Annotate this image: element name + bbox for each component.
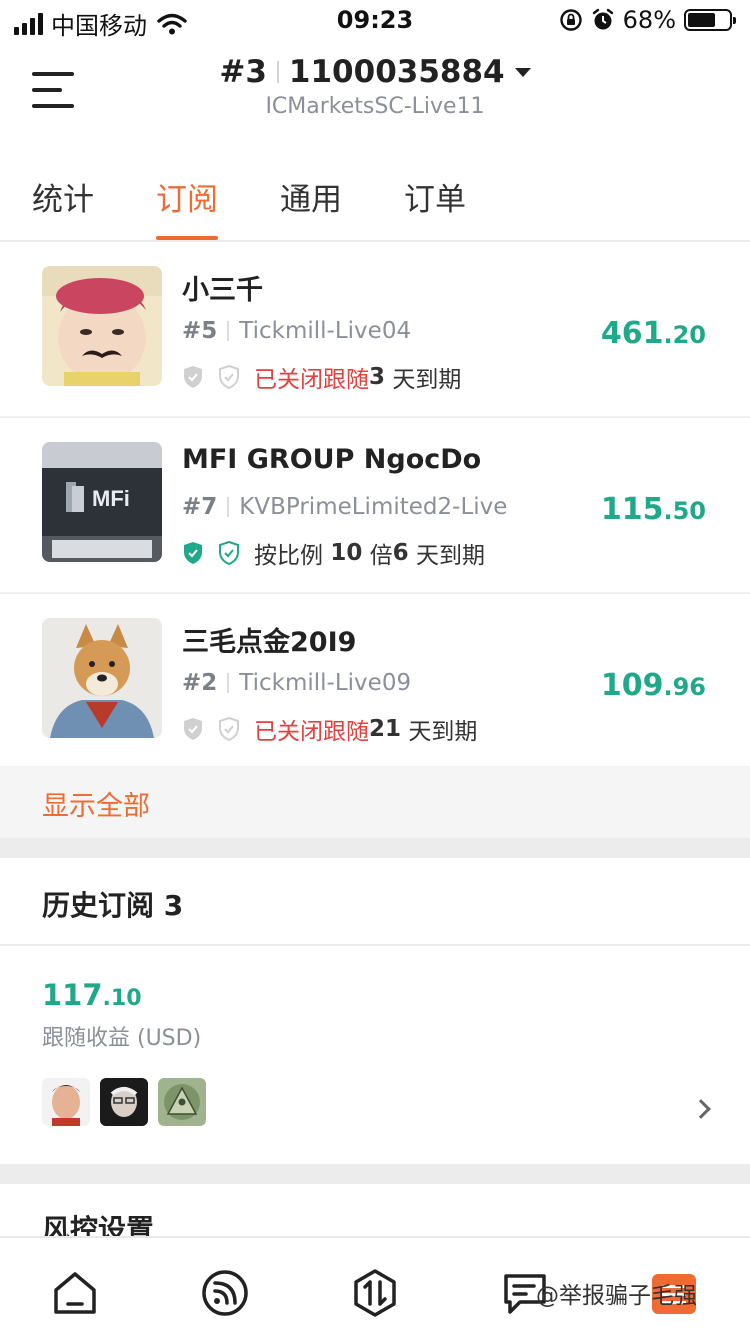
- tab-orders[interactable]: 订单: [404, 140, 466, 240]
- rotation-lock-icon: [559, 9, 582, 31]
- tab-stats[interactable]: 统计: [32, 140, 94, 240]
- profit-value: 109.96: [601, 668, 706, 703]
- shield-icon: [184, 718, 202, 740]
- chevron-down-icon: [514, 67, 531, 77]
- account-server: ICMarketsSC-Live11: [265, 94, 485, 119]
- home-icon[interactable]: [50, 1268, 100, 1318]
- account-number: 1100035884: [288, 54, 505, 90]
- avatar: [42, 618, 162, 738]
- tab-bar: 统计 订阅 通用 订单: [0, 140, 750, 242]
- trade-icon[interactable]: [350, 1268, 400, 1318]
- alarm-icon: [592, 8, 613, 30]
- subscription-status: 已关闭跟随 3 天到期: [182, 360, 461, 394]
- status-closed: 已关闭跟随: [254, 367, 369, 393]
- verified-shield-icon: [219, 541, 239, 565]
- profit-value: 461.20: [601, 316, 706, 351]
- profit-int: 109: [600, 668, 664, 703]
- verified-shield-icon: [219, 717, 239, 741]
- ratio-prefix: 按比例: [254, 543, 331, 569]
- days-left: 21: [369, 716, 402, 742]
- profit-int: 461: [600, 316, 664, 351]
- trader-meta: #2 Tickmill-Live09: [182, 670, 411, 696]
- history-avatars: [42, 1078, 206, 1126]
- trader-name: MFI GROUP NgocDo: [182, 444, 482, 475]
- avatar: [42, 266, 162, 386]
- subscription-status: 按比例 10 倍 6 天到期: [182, 536, 485, 570]
- subscription-row[interactable]: 三毛点金20I9 #2 Tickmill-Live09 已关闭跟随 21 天到期…: [0, 594, 750, 770]
- days-suffix: 天到期: [408, 543, 485, 569]
- days-suffix: 天到期: [401, 719, 478, 745]
- profit-int: 115: [600, 492, 664, 527]
- bottom-nav: @举报骗子毛强: [0, 1236, 750, 1334]
- subscription-row[interactable]: 小三千 #5 Tickmill-Live04 已关闭跟随 3 天到期 461.2…: [0, 242, 750, 418]
- trader-name: 小三千: [182, 275, 263, 306]
- profit-dec: .96: [663, 673, 706, 701]
- profit-dec: .50: [663, 497, 706, 525]
- history-profit-int: 117: [42, 978, 103, 1012]
- avatar: MFi: [42, 442, 162, 562]
- history-profit-dec: .10: [102, 986, 142, 1011]
- status-bar: 中国移动 09:23 68%: [0, 0, 750, 40]
- tab-subscriptions[interactable]: 订阅: [156, 140, 218, 240]
- days-suffix: 天到期: [385, 367, 462, 393]
- trader-server: KVBPrimeLimited2-Live: [239, 494, 508, 520]
- trader-rank: #7: [182, 494, 218, 520]
- days-left: 6: [392, 540, 409, 566]
- subscription-list: 小三千 #5 Tickmill-Live04 已关闭跟随 3 天到期 461.2…: [0, 242, 750, 770]
- shield-icon: [184, 542, 202, 564]
- subscription-status: 已关闭跟随 21 天到期: [182, 712, 477, 746]
- history-card[interactable]: 117.10 跟随收益 (USD): [0, 946, 750, 1164]
- ratio-suffix: 倍: [362, 543, 393, 569]
- svg-text:MFi: MFi: [92, 486, 130, 511]
- battery-icon: [684, 9, 736, 31]
- trader-rank: #5: [182, 318, 218, 344]
- avatar: [42, 1078, 90, 1126]
- status-closed: 已关闭跟随: [254, 719, 369, 745]
- trader-rank: #2: [182, 670, 218, 696]
- days-left: 3: [369, 364, 386, 390]
- section-divider: [0, 838, 750, 858]
- trader-meta: #5 Tickmill-Live04: [182, 318, 411, 344]
- battery-percent: 68%: [622, 6, 676, 34]
- trader-server: Tickmill-Live09: [239, 670, 412, 696]
- history-title: 历史订阅 3: [0, 858, 750, 946]
- history-profit-label: 跟随收益 (USD): [42, 1026, 202, 1051]
- chevron-right-icon: [691, 1099, 711, 1119]
- ratio-value: 10: [330, 540, 363, 566]
- account-switcher[interactable]: #3 1100035884 ICMarketsSC-Live11: [0, 54, 750, 119]
- trader-name: 三毛点金20I9: [182, 627, 357, 658]
- divider: [227, 497, 230, 517]
- subscription-row[interactable]: MFi MFI GROUP NgocDo #7 KVBPrimeLimited2…: [0, 418, 750, 594]
- verified-shield-icon: [219, 365, 239, 389]
- avatar: [158, 1078, 206, 1126]
- tab-general[interactable]: 通用: [280, 140, 342, 240]
- shield-icon: [184, 366, 202, 388]
- avatar: [100, 1078, 148, 1126]
- watermark-text: @举报骗子毛强: [536, 1283, 697, 1309]
- divider: [227, 673, 230, 693]
- history-profit: 117.10: [42, 978, 142, 1012]
- app-header: #3 1100035884 ICMarketsSC-Live11: [0, 40, 750, 140]
- trader-server: Tickmill-Live04: [239, 318, 412, 344]
- trader-meta: #7 KVBPrimeLimited2-Live: [182, 494, 507, 520]
- feed-icon[interactable]: [200, 1268, 250, 1318]
- profit-dec: .20: [663, 321, 706, 349]
- profit-value: 115.50: [601, 492, 706, 527]
- risk-settings-title[interactable]: 风控设置: [42, 1208, 154, 1236]
- divider: [227, 321, 230, 341]
- account-rank: #3: [219, 54, 267, 90]
- divider: [276, 61, 279, 83]
- section-divider: [0, 1164, 750, 1184]
- show-all-button[interactable]: 显示全部: [0, 766, 750, 838]
